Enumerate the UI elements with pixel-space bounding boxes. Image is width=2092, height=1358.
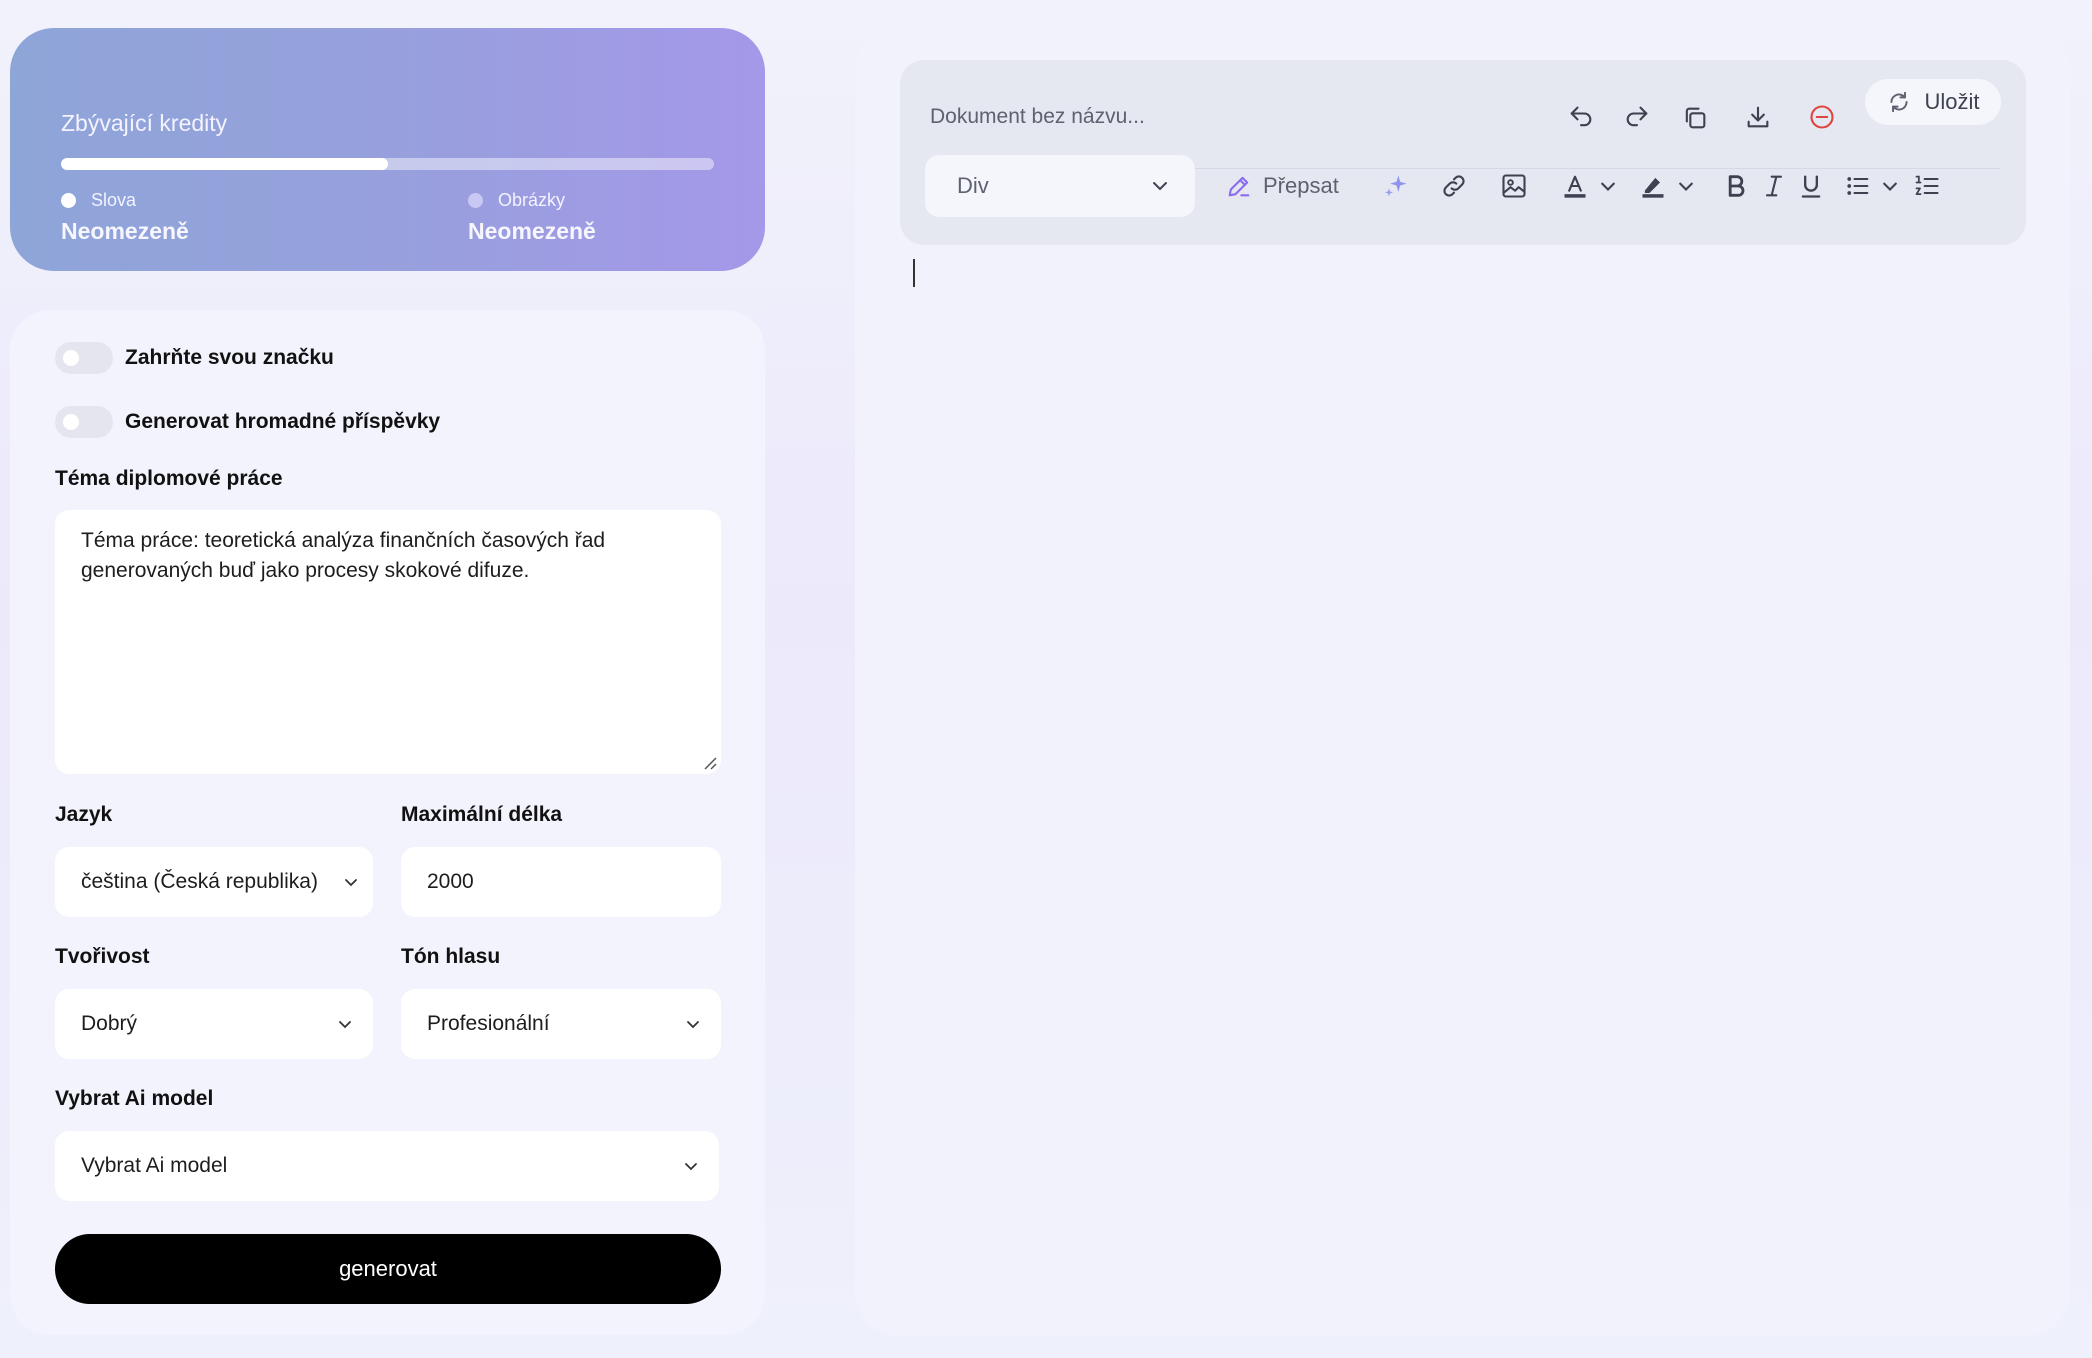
italic-icon[interactable] [1758,170,1790,202]
credits-progress-bar [61,158,714,170]
chevron-down-icon [1153,182,1167,191]
text-color-icon[interactable] [1559,170,1591,202]
chevron-down-icon[interactable] [1874,170,1906,202]
link-icon[interactable] [1438,170,1470,202]
pencil-icon [1228,176,1250,197]
bold-icon[interactable] [1720,170,1752,202]
images-legend: Obrázky [468,190,565,211]
brand-toggle-row: Zahrňte svou značku [55,342,334,374]
images-dot [468,193,483,208]
ai-model-value: Vybrat Ai model [81,1154,228,1177]
bulk-toggle-row: Generovat hromadné příspěvky [55,406,440,438]
copy-icon[interactable] [1679,102,1711,134]
language-value: čeština (Česká republika) [81,870,318,893]
max-length-value: 2000 [427,870,474,893]
bulk-posts-toggle[interactable] [55,406,113,438]
editor-text-cursor[interactable] [913,259,915,287]
download-icon[interactable] [1742,101,1774,133]
rewrite-label: Přepsat [1263,173,1339,198]
remove-icon[interactable] [1806,101,1838,133]
ai-model-select[interactable]: Vybrat Ai model [55,1131,719,1201]
words-legend: Slova [61,190,136,211]
chevron-down-icon [339,1021,351,1029]
save-button[interactable]: Uložit [1865,79,2001,125]
credits-card: Zbývající kredity Slova Neomezeně Obrázk… [10,28,765,271]
redo-icon[interactable] [1621,101,1653,133]
generate-button[interactable]: generovat [55,1234,721,1304]
undo-icon[interactable] [1565,101,1597,133]
ai-model-label: Vybrat Ai model [55,1087,214,1110]
brand-toggle[interactable] [55,342,113,374]
highlight-icon[interactable] [1637,170,1669,202]
topic-text: Téma práce: teoretická analýza finančníc… [81,529,606,582]
creativity-select[interactable]: Dobrý [55,989,373,1059]
topic-textarea[interactable]: Téma práce: teoretická analýza finančníc… [55,510,721,774]
save-label: Uložit [1924,89,1980,114]
brand-toggle-label: Zahrňte svou značku [125,346,334,369]
chevron-down-icon[interactable] [1592,170,1624,202]
chevron-down-icon [345,879,357,887]
resize-grip-icon[interactable] [703,756,717,770]
block-type-select[interactable]: Div [925,155,1195,217]
bulk-toggle-label: Generovat hromadné příspěvky [125,410,441,433]
chevron-down-icon[interactable] [1670,170,1702,202]
bullet-list-icon[interactable] [1842,170,1874,202]
chevron-down-icon [685,1163,697,1171]
max-length-label: Maximální délka [401,803,563,826]
underline-icon[interactable] [1795,170,1827,202]
credits-progress-fill [61,158,388,170]
refresh-icon [1890,91,1909,113]
tone-label: Tón hlasu [401,945,501,968]
tone-value: Profesionální [427,1012,550,1035]
sparkle-icon[interactable] [1380,170,1412,202]
language-select[interactable]: čeština (Česká republika) [55,847,373,917]
tone-select[interactable]: Profesionální [401,989,721,1059]
creativity-value: Dobrý [81,1012,138,1035]
editor-panel: Dokument bez názvu... Uložit Div Přepsat [855,28,2070,1336]
rewrite-button[interactable]: Přepsat [1225,155,1339,217]
max-length-input[interactable]: 2000 [401,847,721,917]
numbered-list-icon[interactable] [1911,170,1943,202]
words-dot [61,193,76,208]
chevron-down-icon [687,1021,699,1029]
generation-form: Zahrňte svou značku Generovat hromadné p… [10,310,765,1335]
image-icon[interactable] [1498,170,1530,202]
creativity-label: Tvořivost [55,945,150,968]
images-value: Neomezeně [468,218,596,244]
topic-label: Téma diplomové práce [55,467,283,490]
images-label: Obrázky [498,190,566,210]
words-value: Neomezeně [61,218,189,244]
credits-title: Zbývající kredity [61,110,228,136]
editor-toolbar: Dokument bez názvu... Uložit Div Přepsat [900,60,2026,245]
block-type-value: Div [957,173,989,198]
language-label: Jazyk [55,803,113,826]
document-title-input[interactable]: Dokument bez názvu... [930,105,1145,129]
words-label: Slova [91,190,137,210]
